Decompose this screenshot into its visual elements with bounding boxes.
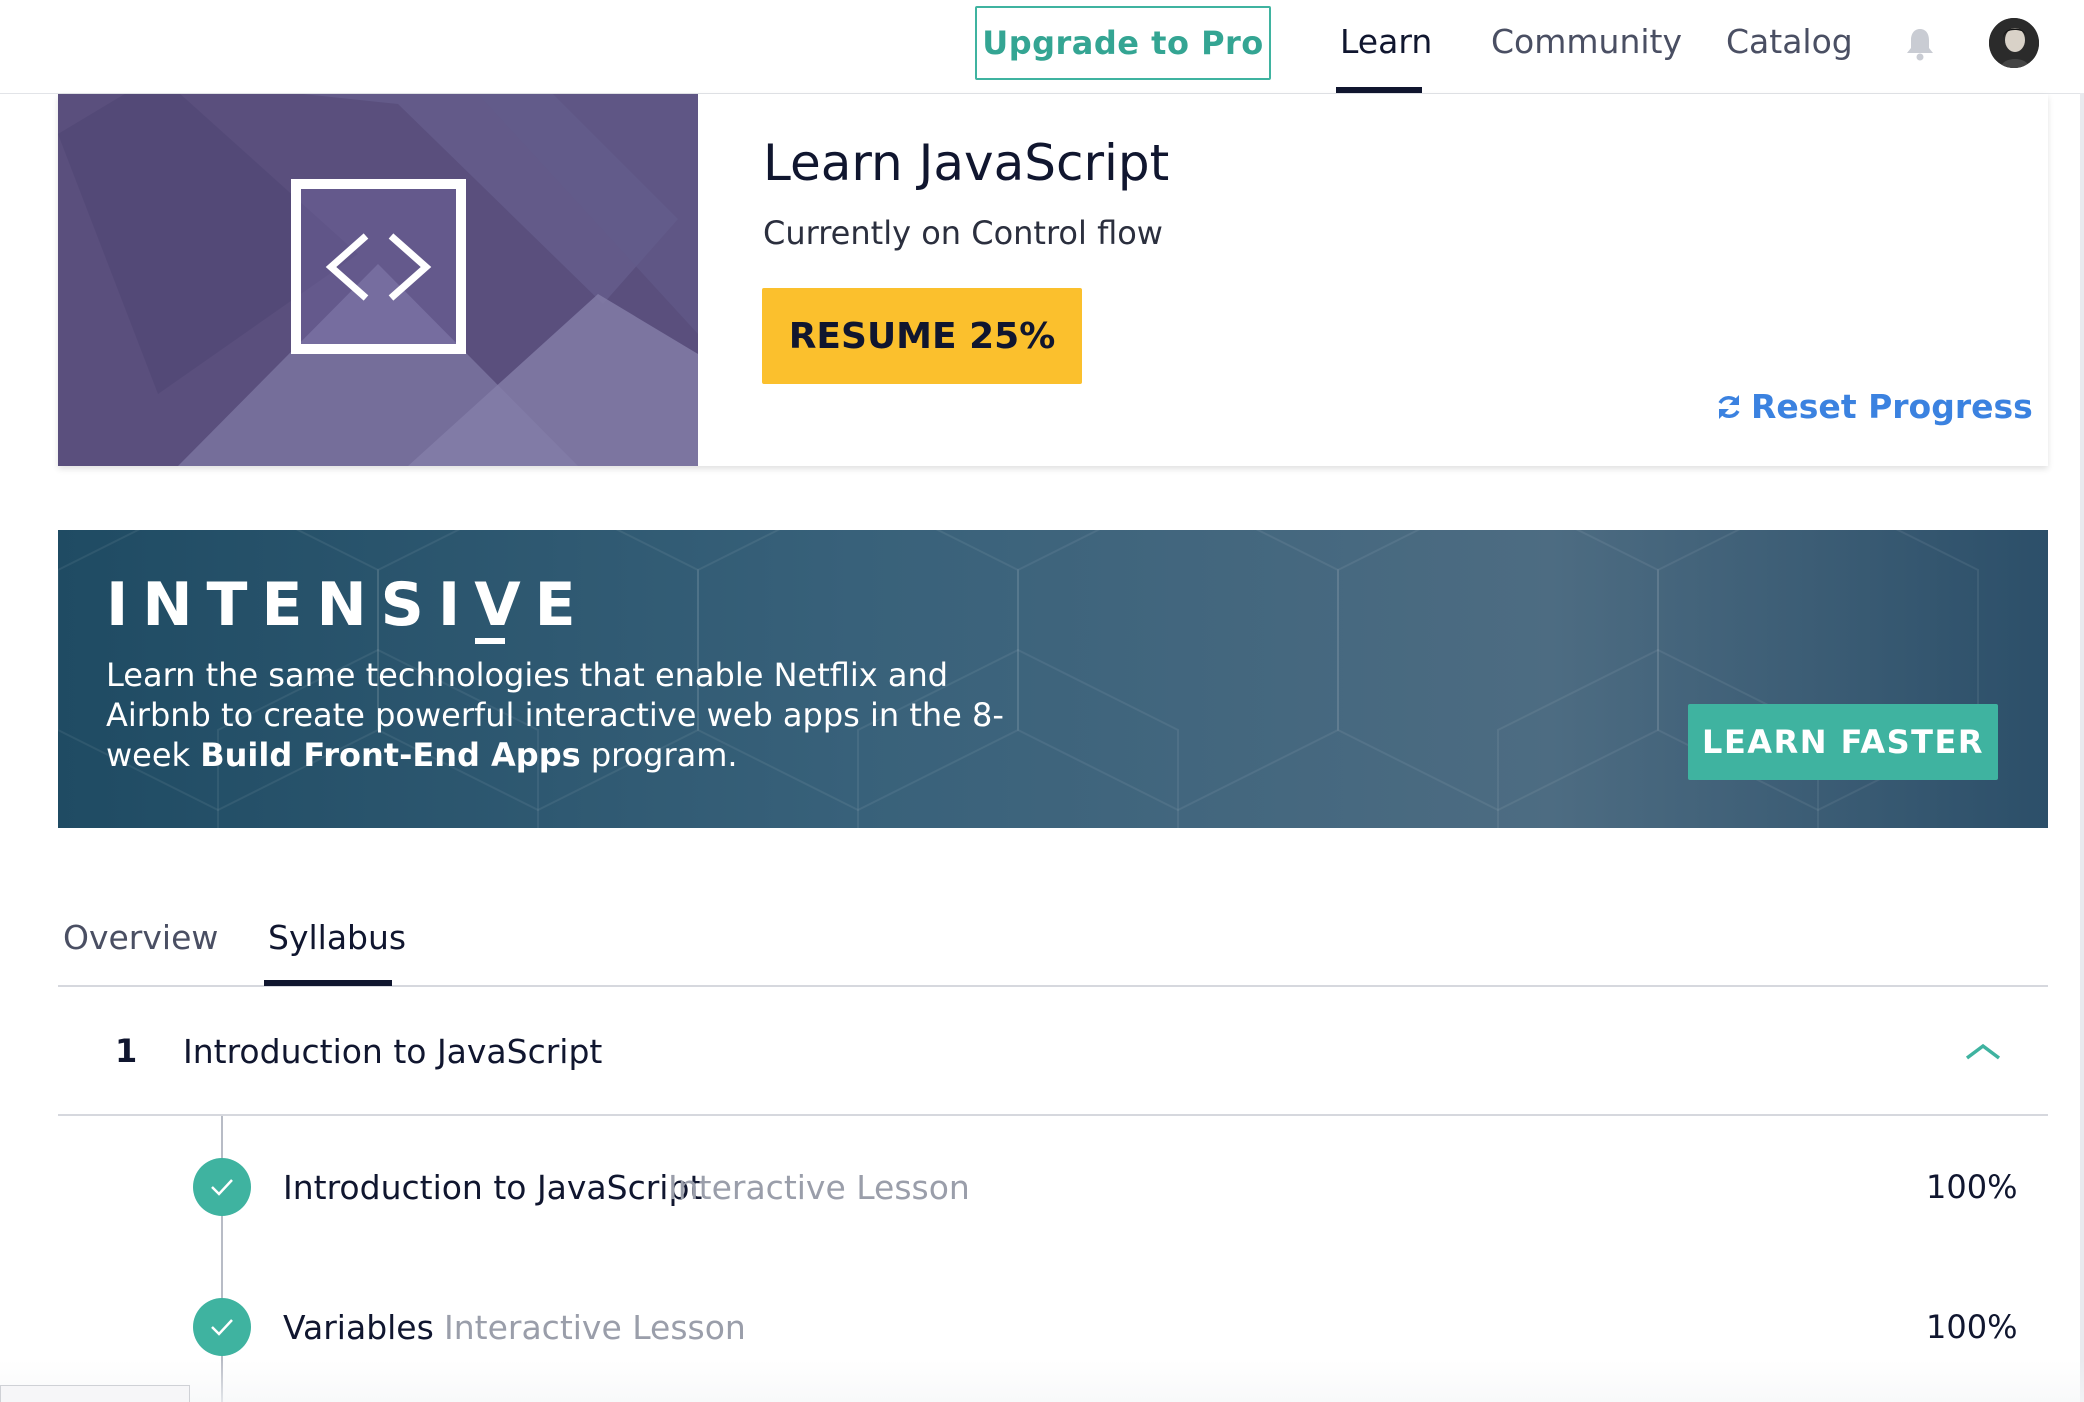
unit-title[interactable]: Introduction to JavaScript	[183, 1032, 602, 1071]
reset-progress-label: Reset Progress	[1751, 387, 2033, 426]
code-brackets-icon	[291, 179, 466, 354]
program-name[interactable]: Build Front-End Apps	[200, 736, 580, 774]
tab-overview[interactable]: Overview	[63, 918, 218, 957]
lesson-title[interactable]: Introduction to JavaScript	[283, 1168, 702, 1207]
active-nav-indicator	[1336, 87, 1422, 93]
chevron-up-icon[interactable]	[1963, 1040, 2003, 1064]
bottom-fade	[0, 1360, 2084, 1402]
lesson-title[interactable]: Variables	[283, 1308, 434, 1347]
course-current-lesson: Currently on Control flow	[763, 214, 1163, 252]
upgrade-to-pro-button[interactable]: Upgrade to Pro	[975, 6, 1271, 80]
lesson-progress: 100%	[1926, 1308, 2018, 1346]
avatar[interactable]	[1989, 18, 2039, 68]
lesson-type: Interactive Lesson	[444, 1308, 746, 1347]
banner-description: Learn the same technologies that enable …	[106, 656, 1004, 774]
lesson-progress: 100%	[1926, 1168, 2018, 1206]
course-title: Learn JavaScript	[763, 134, 1170, 192]
active-tab-indicator	[264, 980, 392, 986]
resume-button[interactable]: RESUME 25%	[762, 288, 1082, 384]
learn-faster-button[interactable]: LEARN FASTER	[1688, 704, 1998, 780]
bottom-panel-tab[interactable]	[0, 1385, 190, 1402]
unit-number: 1	[115, 1032, 138, 1070]
course-artwork	[58, 94, 698, 466]
banner-heading: INTENSIVE	[106, 570, 590, 640]
tab-syllabus[interactable]: Syllabus	[268, 918, 406, 957]
nav-link-learn[interactable]: Learn	[1340, 22, 1432, 61]
unit-divider	[58, 1114, 2048, 1116]
nav-link-catalog[interactable]: Catalog	[1726, 22, 1853, 61]
course-header-card: Learn JavaScript Currently on Control fl…	[58, 94, 2048, 466]
bell-icon[interactable]	[1904, 26, 1936, 62]
check-icon	[193, 1158, 251, 1216]
top-navigation: Upgrade to Pro Learn Community Catalog	[0, 0, 2084, 94]
reset-progress-link[interactable]: Reset Progress	[1715, 387, 2033, 426]
refresh-icon	[1718, 394, 1740, 419]
lesson-type: Interactive Lesson	[668, 1168, 970, 1207]
nav-link-community[interactable]: Community	[1491, 22, 1682, 61]
banner-logo-mark	[475, 638, 505, 644]
intensive-banner: INTENSIVE Learn the same technologies th…	[58, 530, 2048, 828]
page-scrollbar[interactable]	[2080, 93, 2084, 1402]
check-icon	[193, 1298, 251, 1356]
